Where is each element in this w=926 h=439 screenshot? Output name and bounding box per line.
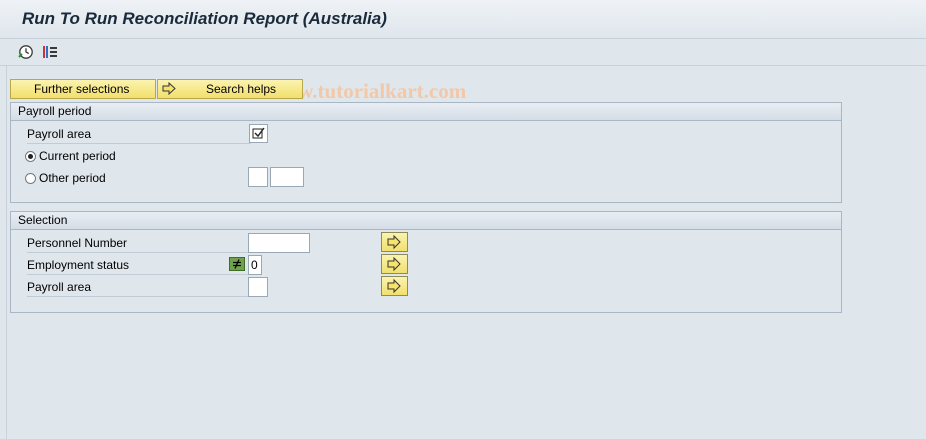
radio-unselected-icon	[25, 173, 36, 184]
application-toolbar: © www.tutorialkart.com	[0, 39, 926, 103]
other-period-radio[interactable]: Other period	[25, 169, 106, 187]
payroll-area-multiple-selection-button[interactable]	[381, 276, 408, 296]
radio-selected-icon	[25, 151, 36, 162]
arrow-right-icon	[387, 256, 401, 272]
employment-status-field[interactable]: 0	[248, 255, 262, 275]
personnel-number-label: Personnel Number	[27, 234, 251, 253]
arrow-right-icon	[387, 278, 401, 294]
other-period-from-field[interactable]	[248, 167, 268, 187]
payroll-area-selection-label: Payroll area	[27, 278, 251, 297]
payroll-period-group: Payroll period Payroll area Current peri…	[10, 102, 842, 203]
other-period-label: Other period	[39, 171, 106, 185]
payroll-area-selection-field[interactable]	[248, 277, 268, 297]
current-period-radio[interactable]: Current period	[25, 147, 116, 165]
payroll-area-label: Payroll area	[27, 125, 251, 144]
selection-header: Selection	[11, 212, 841, 230]
window-title: Run To Run Reconciliation Report (Austra…	[22, 9, 387, 28]
execute-clock-icon[interactable]	[18, 44, 34, 60]
payroll-period-header: Payroll period	[11, 103, 841, 121]
personnel-number-multiple-selection-button[interactable]	[381, 232, 408, 252]
selection-options-icon[interactable]	[42, 44, 58, 60]
payroll-area-checkbox[interactable]	[249, 124, 268, 143]
employment-status-multiple-selection-button[interactable]	[381, 254, 408, 274]
title-bar: Run To Run Reconciliation Report (Austra…	[0, 0, 926, 39]
other-period-to-field[interactable]	[270, 167, 304, 187]
search-helps-label: Search helps	[206, 82, 277, 96]
employment-status-label: Employment status	[27, 256, 251, 275]
further-selections-label: Further selections	[34, 82, 130, 96]
arrow-right-icon	[387, 234, 401, 250]
not-equal-icon[interactable]	[229, 257, 245, 271]
checkmark-icon	[252, 127, 265, 139]
personnel-number-field[interactable]	[248, 233, 310, 253]
left-border	[6, 65, 7, 439]
current-period-label: Current period	[39, 149, 116, 163]
search-helps-button[interactable]: Search helps	[157, 79, 303, 99]
arrow-right-icon	[162, 81, 176, 100]
selection-group: Selection Personnel Number Employment st…	[10, 211, 842, 313]
further-selections-button[interactable]: Further selections	[10, 79, 156, 99]
